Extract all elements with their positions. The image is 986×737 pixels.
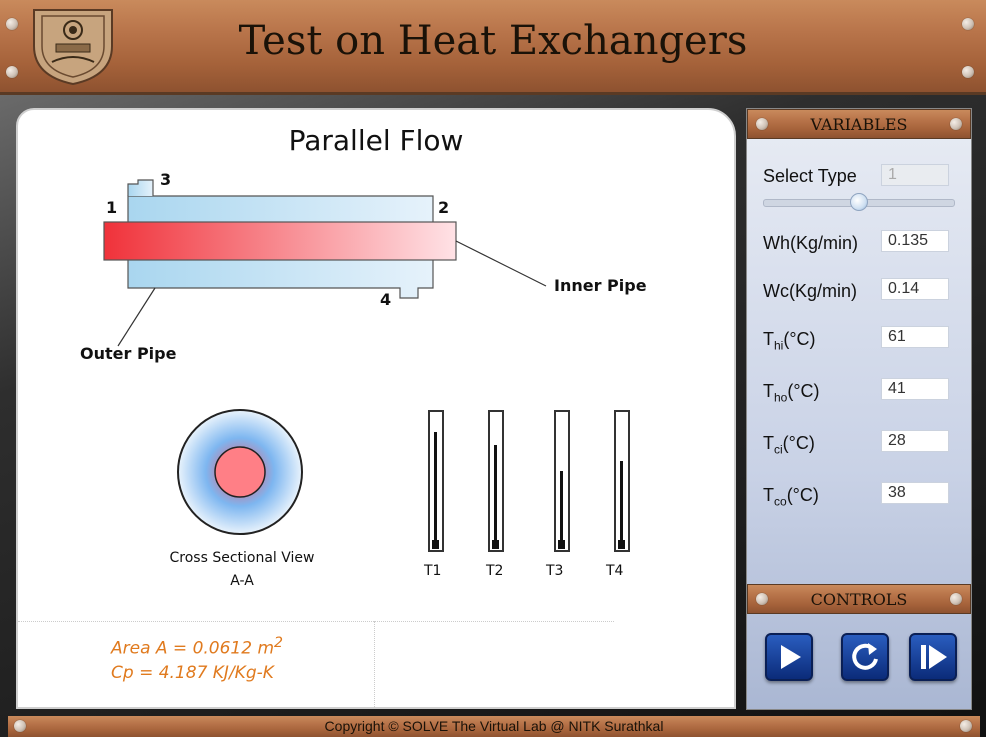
inner-pipe [103, 221, 457, 261]
thermometer-fill [560, 471, 563, 546]
thermometer-fill [494, 445, 497, 546]
thermometer-t4 [614, 410, 630, 552]
tho-input[interactable]: 41 [881, 378, 949, 400]
point-label-2: 2 [438, 198, 450, 217]
controls-heading: CONTROLS [810, 590, 908, 609]
tco-label: Tco(°C) [763, 485, 819, 509]
thermometer-label-t2: T2 [486, 563, 504, 579]
cross-section-caption-aa: A-A [230, 573, 254, 589]
thermometer-fill [620, 461, 623, 546]
area-value: Area A = 0.0612 m [111, 638, 275, 659]
screw-icon [756, 118, 768, 130]
area-text: Area A = 0.0612 m2 [111, 635, 283, 659]
step-forward-button[interactable] [909, 633, 957, 681]
type-slider-thumb[interactable] [850, 193, 868, 211]
thermometer-bulb [492, 540, 499, 549]
tci-input[interactable]: 28 [881, 430, 949, 452]
inlet-nozzle [127, 179, 154, 196]
wc-label: Wc(Kg/min) [763, 281, 857, 301]
thermometer-label-t3: T3 [546, 563, 564, 579]
outer-pipe-label: Outer Pipe [80, 344, 177, 363]
reset-button[interactable] [841, 633, 889, 681]
screw-icon [950, 118, 962, 130]
variables-panel: VARIABLES Select Type 1 Wh(Kg/min) 0.135… [746, 108, 972, 710]
play-button[interactable] [765, 633, 813, 681]
thermometer-bulb [432, 540, 439, 549]
divider [374, 621, 375, 707]
thermometer-bulb [618, 540, 625, 549]
inner-pipe-label: Inner Pipe [554, 276, 647, 295]
thermometer-label-t4: T4 [606, 563, 624, 579]
thermometer-t1 [428, 410, 444, 552]
cross-section-inner [214, 446, 266, 498]
divider [18, 621, 614, 622]
tci-label: Tci(°C) [763, 433, 815, 457]
thi-label: Thi(°C) [763, 329, 816, 353]
thermometer-label-t1: T1 [424, 563, 442, 579]
select-type-field[interactable]: 1 [881, 164, 949, 186]
variables-heading-bar: VARIABLES [747, 109, 971, 139]
thermometer-bulb [558, 540, 565, 549]
play-icon [781, 645, 801, 669]
page-title: Test on Heat Exchangers [238, 18, 748, 64]
simulation-canvas: Parallel Flow 1 2 3 4 Inner Pipe Outer P… [16, 108, 736, 709]
thermometer-t3 [554, 410, 570, 552]
copyright-text: Copyright © SOLVE The Virtual Lab @ NITK… [324, 718, 664, 734]
wh-input[interactable]: 0.135 [881, 230, 949, 252]
tho-label: Tho(°C) [763, 381, 820, 405]
screw-icon [950, 593, 962, 605]
area-exponent: 2 [274, 635, 284, 651]
point-label-1: 1 [106, 198, 118, 217]
point-label-4: 4 [380, 290, 392, 309]
reset-icon [852, 643, 878, 670]
step-forward-icon [921, 645, 947, 669]
screw-icon [6, 66, 18, 78]
cross-section-caption: Cross Sectional View [169, 550, 315, 566]
cp-text: Cp = 4.187 KJ/Kg-K [111, 663, 274, 683]
tco-input[interactable]: 38 [881, 482, 949, 504]
info-box: Area A = 0.0612 m2 Cp = 4.187 KJ/Kg-K [18, 621, 734, 707]
thermometer-t2 [488, 410, 504, 552]
wc-input[interactable]: 0.14 [881, 278, 949, 300]
header-bar: Test on Heat Exchangers [0, 0, 986, 95]
footer-bar: Copyright © SOLVE The Virtual Lab @ NITK… [8, 716, 980, 737]
wh-label: Wh(Kg/min) [763, 233, 859, 253]
variables-heading: VARIABLES [810, 115, 908, 134]
controls-heading-bar: CONTROLS [747, 584, 971, 614]
thi-input[interactable]: 61 [881, 326, 949, 348]
thermometer-fill [434, 432, 437, 546]
point-label-3: 3 [160, 170, 172, 189]
select-type-label: Select Type [763, 166, 857, 186]
screw-icon [962, 66, 974, 78]
screw-icon [756, 593, 768, 605]
